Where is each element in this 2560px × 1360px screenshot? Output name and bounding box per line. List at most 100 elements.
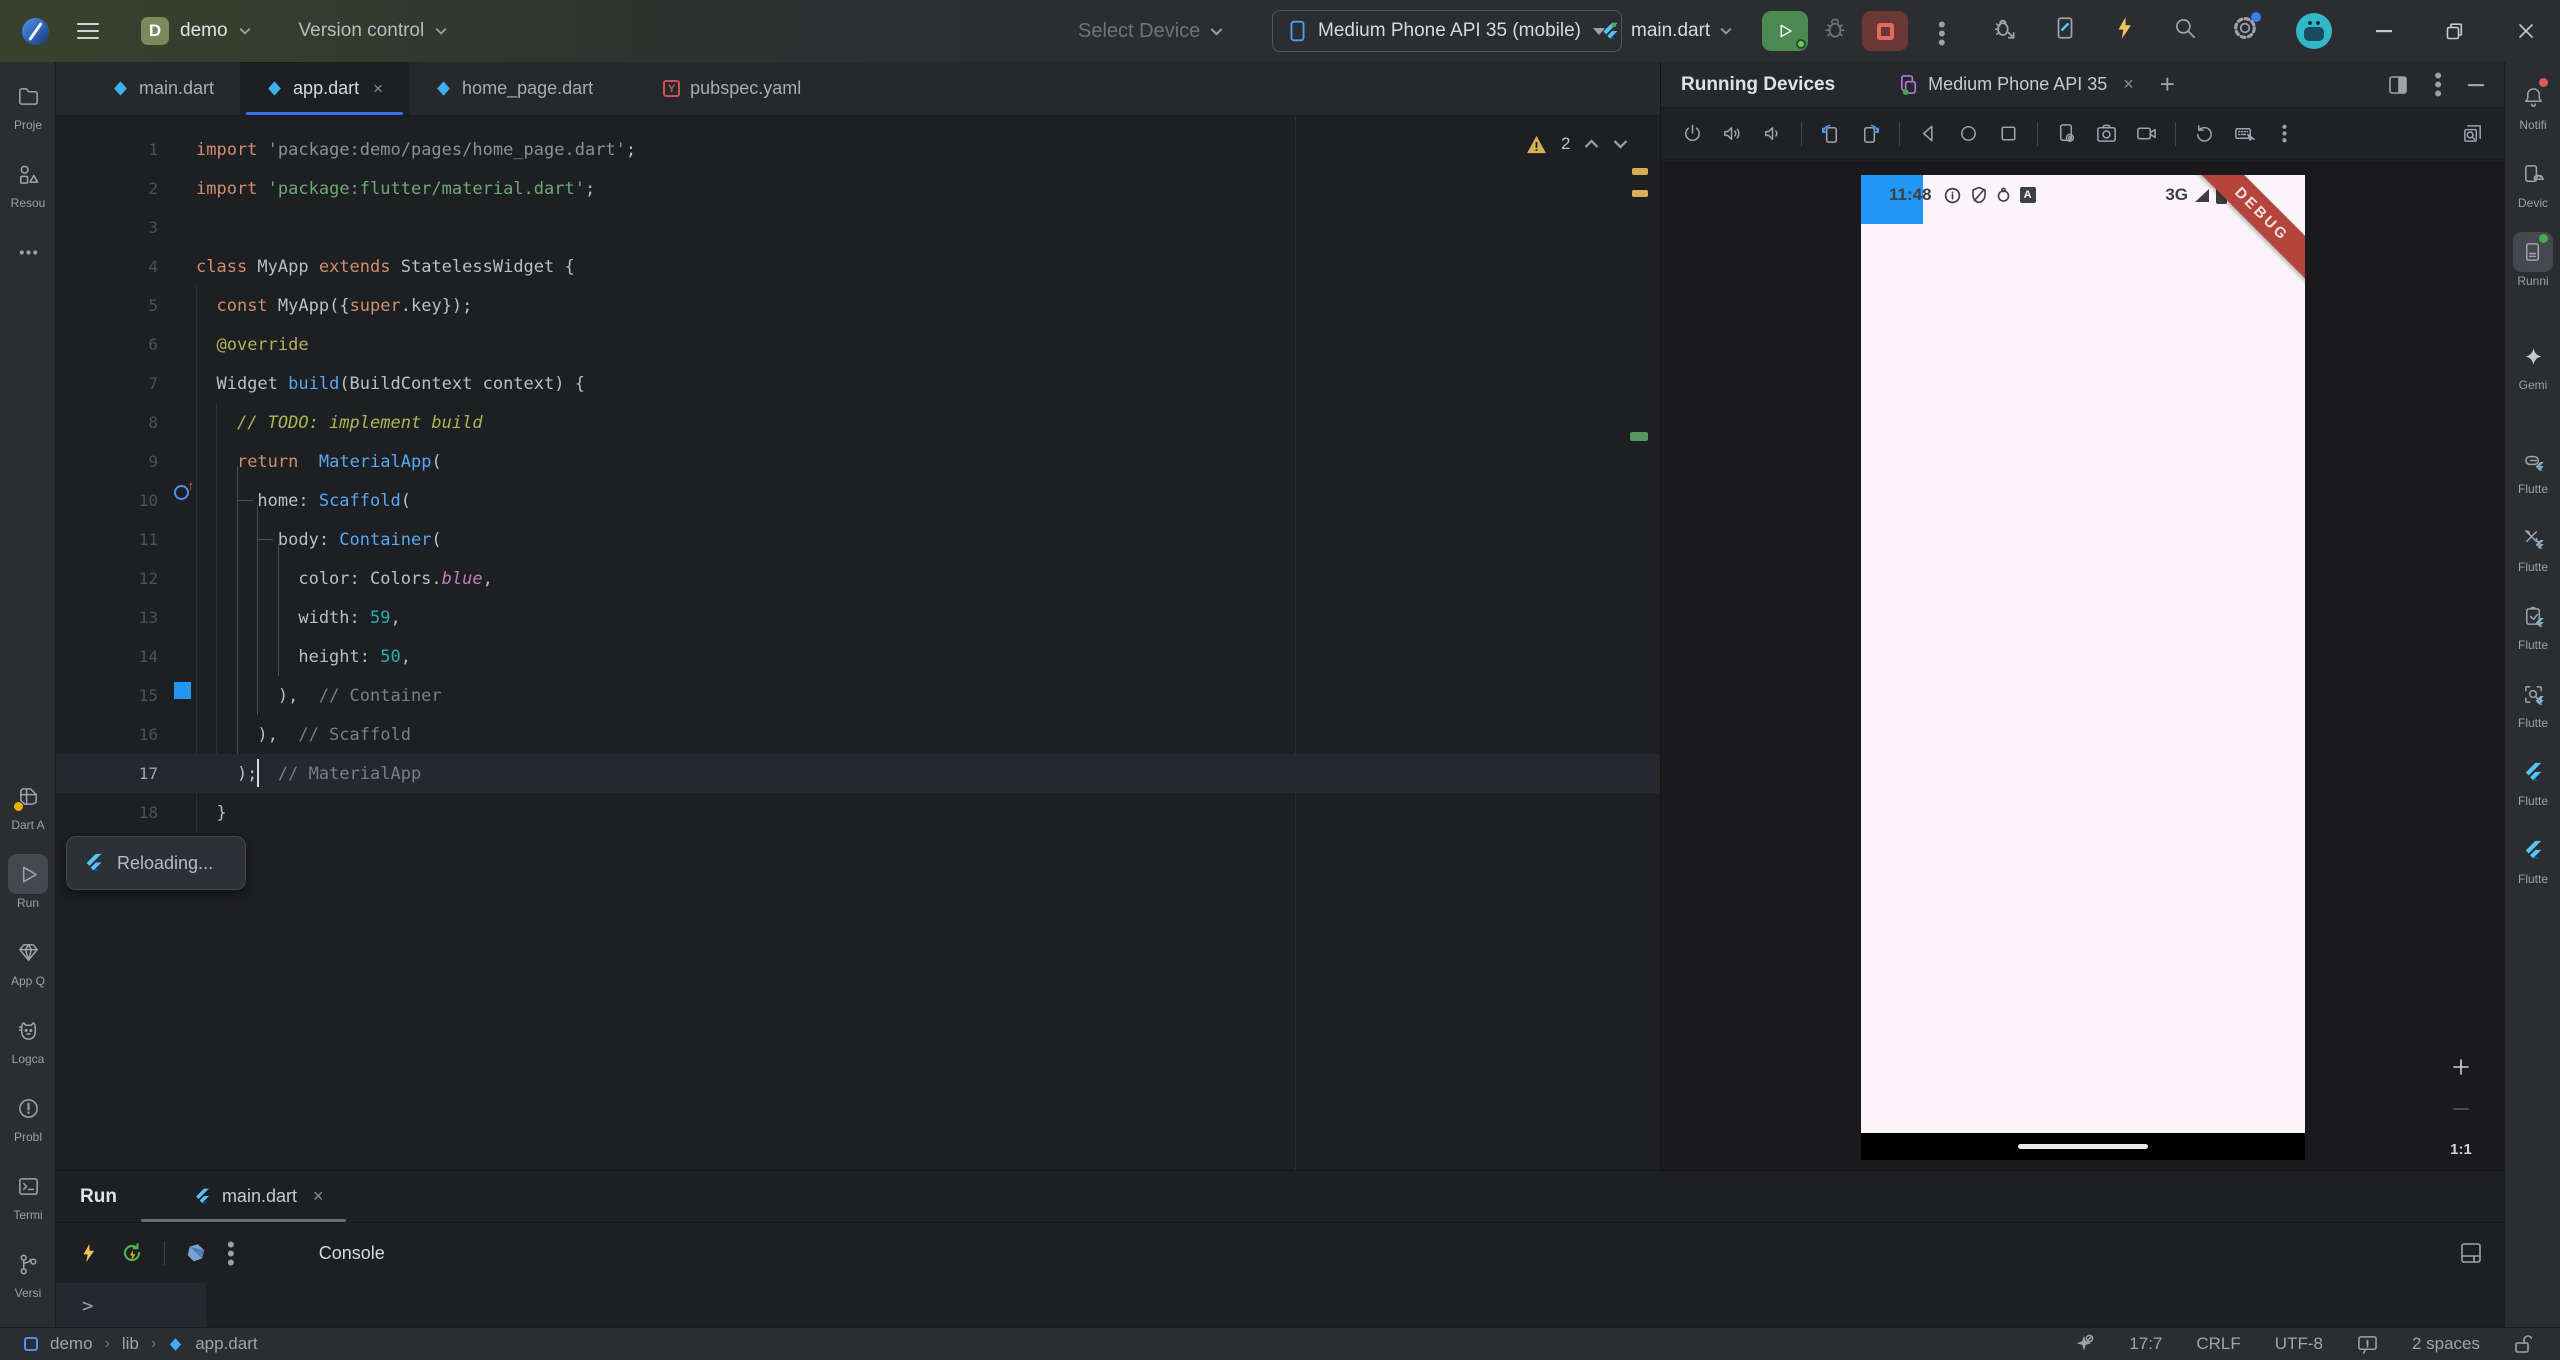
- caret-position[interactable]: 17:7: [2129, 1334, 2162, 1354]
- stripe-item-app-quality-insights[interactable]: App Q: [0, 932, 56, 988]
- zoom-out-icon[interactable]: [2451, 1099, 2471, 1119]
- profile-avatar[interactable]: [2296, 13, 2332, 49]
- home-icon[interactable]: [1957, 122, 1980, 145]
- device-settings-icon[interactable]: [2055, 122, 2078, 145]
- run-button[interactable]: [1762, 11, 1808, 51]
- window-minimize-button[interactable]: [2362, 0, 2406, 62]
- emulator-screen[interactable]: 11:48 A 3G DEBUG: [1861, 175, 2305, 1160]
- back-icon[interactable]: [1917, 122, 1940, 145]
- tab-app-dart[interactable]: app.dart ×: [240, 62, 410, 115]
- layout-options-icon[interactable]: [2388, 75, 2408, 95]
- snapshot-icon[interactable]: [2193, 122, 2216, 145]
- stripe-item-device-manager[interactable]: Devic: [2505, 154, 2560, 210]
- stripe-item-resource-manager[interactable]: Resou: [0, 154, 56, 210]
- more-actions-icon[interactable]: • • •: [1938, 14, 1946, 54]
- stripe-item-dart-analysis[interactable]: Dart A: [0, 776, 56, 832]
- code-line[interactable]: 10 home: Scaffold(: [56, 481, 1660, 520]
- stripe-item-run[interactable]: Run: [0, 854, 56, 910]
- code-editor[interactable]: 1 import 'package:demo/pages/home_page.da…: [56, 116, 1660, 1170]
- debug-button[interactable]: [1822, 15, 1848, 41]
- stripe-item-project[interactable]: Proje: [0, 76, 56, 132]
- zoom-ratio[interactable]: 1:1: [2450, 1141, 2472, 1158]
- attach-debugger-icon[interactable]: [1992, 15, 2018, 41]
- zoom-in-icon[interactable]: [2451, 1057, 2471, 1077]
- console-options-icon[interactable]: • • •: [227, 1233, 235, 1273]
- console-prompt-gutter[interactable]: >: [56, 1283, 206, 1328]
- close-run-tab-icon[interactable]: ×: [313, 1186, 324, 1207]
- code-line[interactable]: 8 // TODO: implement build: [56, 403, 1660, 442]
- code-line[interactable]: 4 class MyApp extends StatelessWidget {: [56, 247, 1660, 286]
- stripe-item-flutter-tools[interactable]: Flutte: [2505, 518, 2560, 574]
- add-device-icon[interactable]: +: [2160, 69, 2175, 100]
- stripe-item-flutter-coverage[interactable]: Flutte: [2505, 596, 2560, 652]
- code-line[interactable]: 19}: [56, 832, 1660, 871]
- search-everywhere-icon[interactable]: [2172, 15, 2198, 41]
- code-line[interactable]: 1 import 'package:demo/pages/home_page.da…: [56, 130, 1660, 169]
- stripe-item-flutter-inspector[interactable]: Flutte: [2505, 674, 2560, 730]
- device-manager-icon[interactable]: [2052, 15, 2078, 41]
- run-tab-main-dart[interactable]: main.dart ×: [141, 1171, 346, 1222]
- rotate-right-icon[interactable]: [1859, 122, 1882, 145]
- code-line[interactable]: 11 body: Container(: [56, 520, 1660, 559]
- keyboard-icon[interactable]: [2233, 122, 2256, 145]
- code-line[interactable]: 6 @override: [56, 325, 1660, 364]
- stripe-item-flutter-performance[interactable]: Flutte: [2505, 830, 2560, 886]
- next-problem-icon[interactable]: [1613, 139, 1628, 149]
- power-icon[interactable]: [1681, 122, 1704, 145]
- stripe-item-problems[interactable]: Probl: [0, 1088, 56, 1144]
- hot-reload-icon[interactable]: [78, 1242, 100, 1264]
- layout-settings-icon[interactable]: [2460, 1242, 2482, 1264]
- hide-panel-icon[interactable]: [2468, 83, 2484, 87]
- color-preview-swatch[interactable]: [174, 682, 191, 699]
- tab-main-dart[interactable]: main.dart: [86, 62, 240, 115]
- code-line[interactable]: 12 color: Colors.blue,: [56, 559, 1660, 598]
- stripe-item-notifications[interactable]: Notifi: [2505, 76, 2560, 132]
- code-line[interactable]: 16 ), // Scaffold: [56, 715, 1660, 754]
- warning-stripe-mark[interactable]: [1632, 168, 1648, 175]
- volume-up-icon[interactable]: [1721, 122, 1744, 145]
- window-close-button[interactable]: [2504, 0, 2548, 62]
- project-selector[interactable]: D demo: [141, 17, 251, 45]
- close-tab-icon[interactable]: ×: [373, 79, 383, 99]
- changed-lines-stripe-mark[interactable]: [1630, 432, 1648, 441]
- version-control-menu[interactable]: Version control: [299, 20, 448, 42]
- code-line[interactable]: 17 ); // MaterialApp: [56, 754, 1660, 793]
- code-line[interactable]: 15 ), // Container: [56, 676, 1660, 715]
- main-menu-icon[interactable]: [77, 18, 99, 44]
- encoding[interactable]: UTF-8: [2275, 1334, 2323, 1354]
- code-line[interactable]: 2 import 'package:flutter/material.dart';: [56, 169, 1660, 208]
- tab-pubspec-yaml[interactable]: Y pubspec.yaml: [637, 62, 827, 115]
- code-line[interactable]: 3: [56, 208, 1660, 247]
- device-tab[interactable]: Medium Phone API 35 ×: [1899, 74, 2134, 95]
- code-line[interactable]: 7 Widget build(BuildContext context) {: [56, 364, 1660, 403]
- hot-reload-icon[interactable]: [2112, 15, 2138, 41]
- overview-icon[interactable]: [1997, 122, 2020, 145]
- record-icon[interactable]: [2135, 122, 2158, 145]
- console-tab[interactable]: Console: [319, 1243, 385, 1264]
- breadcrumb[interactable]: demo › lib › app.dart: [0, 1334, 258, 1354]
- stripe-item-more-tool-windows[interactable]: [0, 232, 56, 274]
- stripe-item-flutter-outline[interactable]: Flutte: [2505, 752, 2560, 808]
- prev-problem-icon[interactable]: [1584, 139, 1599, 149]
- screenshot-icon[interactable]: [2095, 122, 2118, 145]
- stop-button[interactable]: [1862, 11, 1908, 51]
- ai-assistant-disabled-icon[interactable]: [2073, 1333, 2095, 1355]
- panel-options-icon[interactable]: • • •: [2434, 65, 2442, 105]
- rotate-left-icon[interactable]: [1819, 122, 1842, 145]
- warning-stripe-mark[interactable]: [1632, 190, 1648, 197]
- volume-down-icon[interactable]: [1761, 122, 1784, 145]
- stripe-item-running-devices[interactable]: Runni: [2505, 232, 2560, 288]
- tab-home-page-dart[interactable]: home_page.dart: [409, 62, 619, 115]
- settings-gear-icon[interactable]: [2232, 12, 2261, 41]
- code-line[interactable]: 5 const MyApp({super.key});: [56, 286, 1660, 325]
- more-v-icon[interactable]: [2273, 122, 2296, 145]
- code-line[interactable]: 13 width: 59,: [56, 598, 1660, 637]
- stripe-item-flutter-deep-links[interactable]: Flutte: [2505, 440, 2560, 496]
- hot-restart-icon[interactable]: [120, 1241, 144, 1265]
- select-device-dropdown[interactable]: Select Device: [1078, 0, 1223, 62]
- stripe-item-terminal[interactable]: Termi: [0, 1166, 56, 1222]
- stripe-item-version-control[interactable]: Versi: [0, 1244, 56, 1300]
- override-gutter-icon[interactable]: [174, 478, 194, 500]
- stripe-item-gemini[interactable]: Gemi: [2505, 336, 2560, 392]
- stripe-item-logcat[interactable]: Logca: [0, 1010, 56, 1066]
